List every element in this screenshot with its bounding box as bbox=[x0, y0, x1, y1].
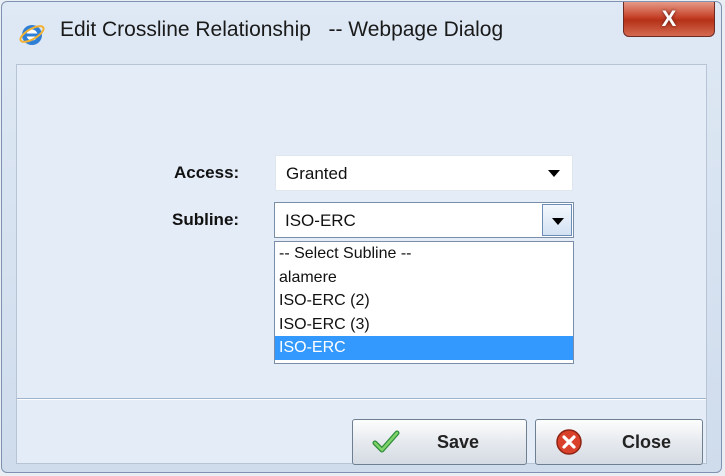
chevron-down-icon bbox=[552, 218, 564, 225]
dialog-window: Edit Crossline Relationship -- Webpage D… bbox=[1, 1, 722, 473]
subline-option[interactable]: alamere bbox=[275, 266, 573, 290]
access-label: Access: bbox=[174, 163, 240, 182]
subline-label: Subline: bbox=[172, 210, 240, 229]
subline-option[interactable]: ISO-ERC (2) bbox=[275, 289, 573, 313]
subline-option-selected[interactable]: ISO-ERC bbox=[275, 336, 573, 360]
dialog-content: Access: Granted Subline: ISO-ERC -- Sele… bbox=[16, 64, 707, 465]
close-label: Close bbox=[622, 431, 672, 452]
subline-value: ISO-ERC bbox=[285, 211, 356, 230]
ie-icon bbox=[19, 25, 45, 45]
subline-option[interactable]: ISO-ERC (3) bbox=[275, 313, 573, 337]
subline-option[interactable]: -- Select Subline -- bbox=[275, 242, 573, 266]
checkmark-icon bbox=[372, 430, 400, 453]
save-label: Save bbox=[437, 431, 480, 452]
close-button[interactable]: Close bbox=[535, 419, 703, 465]
window-title: Edit Crossline Relationship -- Webpage D… bbox=[60, 18, 504, 41]
access-value: Granted bbox=[286, 164, 348, 183]
dropdown-button[interactable] bbox=[542, 204, 572, 236]
save-button[interactable]: Save bbox=[352, 419, 527, 465]
title-bar: Edit Crossline Relationship -- Webpage D… bbox=[2, 2, 721, 64]
divider bbox=[17, 398, 706, 400]
subline-options-list[interactable]: -- Select Subline -- alamere ISO-ERC (2)… bbox=[274, 241, 574, 364]
chevron-down-icon[interactable] bbox=[548, 170, 560, 177]
access-select[interactable]: Granted bbox=[275, 155, 573, 191]
close-circle-icon bbox=[556, 429, 582, 455]
window-close-button[interactable]: X bbox=[623, 2, 715, 37]
subline-select[interactable]: ISO-ERC bbox=[274, 202, 574, 238]
close-x-icon: X bbox=[661, 5, 677, 31]
